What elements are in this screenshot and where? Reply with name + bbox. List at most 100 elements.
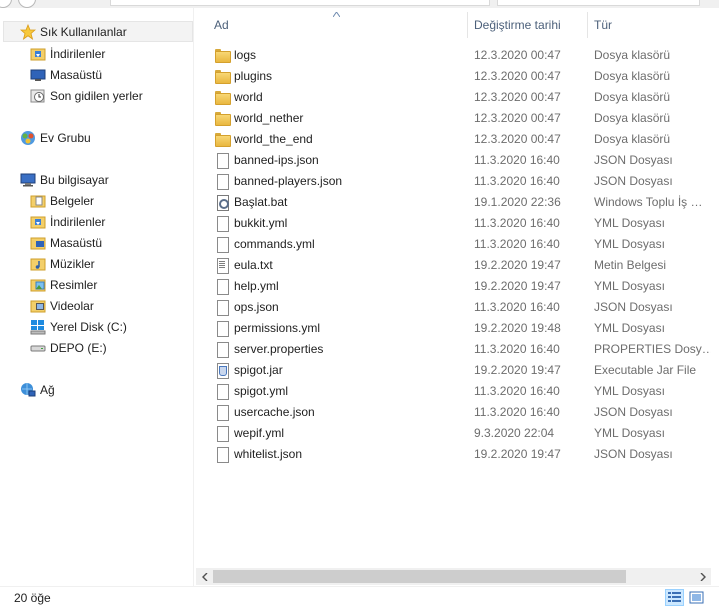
file-name: bukkit.yml	[234, 215, 288, 230]
file-type: JSON Dosyası	[594, 404, 673, 419]
large-icons-view-button[interactable]	[687, 589, 706, 606]
file-icon	[214, 299, 230, 316]
file-row[interactable]: server.properties 11.3.2020 16:40 PROPERTI…	[196, 338, 711, 359]
file-type: YML Dosyası	[594, 278, 665, 293]
file-type: Metin Belgesi	[594, 257, 667, 272]
search-input[interactable]	[497, 0, 700, 6]
file-row[interactable]: ops.json 11.3.2020 16:40 JSON Dosyası	[196, 296, 711, 317]
file-name-cell[interactable]: banned-ips.json	[214, 149, 464, 170]
horizontal-scrollbar[interactable]	[196, 568, 711, 585]
file-name-cell[interactable]: Başlat.bat	[214, 191, 464, 212]
column-header-row: Ad Değiştirme tarihi Tür	[196, 8, 711, 41]
file-row[interactable]: logs 12.3.2020 00:47 Dosya klasörü	[196, 44, 711, 65]
file-date: 19.2.2020 19:47	[474, 362, 561, 377]
file-row[interactable]: usercache.json 11.3.2020 16:40 JSON Dosyas…	[196, 401, 711, 422]
windows-drive-icon	[30, 319, 46, 335]
file-row[interactable]: commands.yml 11.3.2020 16:40 YML Dosyası	[196, 233, 711, 254]
file-name-cell[interactable]: plugins	[214, 65, 464, 86]
file-type: Dosya klasörü	[594, 47, 671, 62]
file-date: 11.3.2020 16:40	[474, 215, 560, 230]
nav-item-documents[interactable]: Belgeler	[30, 190, 94, 211]
file-row[interactable]: world_nether 12.3.2020 00:47 Dosya klasörü	[196, 107, 711, 128]
file-row[interactable]: wepif.yml 9.3.2020 22:04 YML Dosyası	[196, 422, 711, 443]
nav-homegroup[interactable]: Ev Grubu	[20, 127, 91, 148]
nav-item-videos[interactable]: Videolar	[30, 295, 94, 316]
column-divider[interactable]	[467, 12, 468, 38]
nav-item-desktop[interactable]: Masaüstü	[30, 64, 102, 85]
nav-favorites[interactable]: Sık Kullanılanlar	[3, 21, 193, 42]
nav-item-music[interactable]: Müzikler	[30, 253, 95, 274]
file-name: world	[234, 89, 263, 104]
file-name-cell[interactable]: world	[214, 86, 464, 107]
documents-icon	[30, 193, 46, 209]
details-view-button[interactable]	[665, 589, 684, 606]
file-row[interactable]: bukkit.yml 11.3.2020 16:40 YML Dosyası	[196, 212, 711, 233]
file-name-cell[interactable]: spigot.yml	[214, 380, 464, 401]
column-header-type[interactable]: Tür	[594, 8, 711, 41]
file-row[interactable]: help.yml 19.2.2020 19:47 YML Dosyası	[196, 275, 711, 296]
large-icons-view-icon	[689, 591, 704, 604]
file-row[interactable]: world 12.3.2020 00:47 Dosya klasörü	[196, 86, 711, 107]
address-toolbar	[0, 0, 719, 8]
file-row[interactable]: spigot.jar 19.2.2020 19:47 Executable Jar …	[196, 359, 711, 380]
nav-this-pc[interactable]: Bu bilgisayar	[20, 169, 109, 190]
scroll-right-arrow-icon[interactable]	[694, 568, 711, 585]
forward-button[interactable]	[18, 0, 36, 8]
file-row[interactable]: banned-players.json 11.3.2020 16:40 JSON D…	[196, 170, 711, 191]
file-row[interactable]: banned-ips.json 11.3.2020 16:40 JSON Dosya…	[196, 149, 711, 170]
file-name-cell[interactable]: ops.json	[214, 296, 464, 317]
nav-item-downloads[interactable]: İndirilenler	[30, 43, 105, 64]
scrollbar-thumb[interactable]	[213, 570, 626, 583]
text-file-icon	[214, 257, 230, 274]
file-name-cell[interactable]: bukkit.yml	[214, 212, 464, 233]
back-button[interactable]	[0, 0, 12, 8]
file-row[interactable]: plugins 12.3.2020 00:47 Dosya klasörü	[196, 65, 711, 86]
file-type: YML Dosyası	[594, 236, 665, 251]
file-name-cell[interactable]: whitelist.json	[214, 443, 464, 464]
file-icon	[214, 278, 230, 295]
file-date: 12.3.2020 00:47	[474, 131, 561, 146]
column-header-date[interactable]: Değiştirme tarihi	[474, 8, 586, 41]
file-row[interactable]: permissions.yml 19.2.2020 19:48 YML Dosyas…	[196, 317, 711, 338]
file-name-cell[interactable]: commands.yml	[214, 233, 464, 254]
file-name-cell[interactable]: permissions.yml	[214, 317, 464, 338]
file-date: 11.3.2020 16:40	[474, 404, 560, 419]
nav-item-depo-e[interactable]: DEPO (E:)	[30, 337, 107, 358]
nav-item-desktop-pc[interactable]: Masaüstü	[30, 232, 102, 253]
file-row[interactable]: eula.txt 19.2.2020 19:47 Metin Belgesi	[196, 254, 711, 275]
navigation-pane: Sık Kullanılanlar İndirilenler Masaüstü …	[0, 8, 194, 586]
file-row[interactable]: world_the_end 12.3.2020 00:47 Dosya klasör…	[196, 128, 711, 149]
file-icon	[214, 383, 230, 400]
file-date: 12.3.2020 00:47	[474, 47, 561, 62]
music-icon	[30, 256, 46, 272]
file-name-cell[interactable]: spigot.jar	[214, 359, 464, 380]
file-name: banned-ips.json	[234, 152, 319, 167]
file-name-cell[interactable]: logs	[214, 44, 464, 65]
star-icon	[19, 23, 37, 40]
right-edge	[711, 8, 719, 586]
file-name-cell[interactable]: world_the_end	[214, 128, 464, 149]
nav-network[interactable]: Ağ	[20, 379, 55, 400]
nav-item-recent-places[interactable]: Son gidilen yerler	[30, 85, 143, 106]
scroll-left-arrow-icon[interactable]	[196, 568, 213, 585]
file-name-cell[interactable]: help.yml	[214, 275, 464, 296]
file-name-cell[interactable]: server.properties	[214, 338, 464, 359]
nav-item-downloads-pc[interactable]: İndirilenler	[30, 211, 105, 232]
nav-item-pictures[interactable]: Resimler	[30, 274, 97, 295]
details-view-icon	[668, 592, 681, 602]
file-date: 19.2.2020 19:47	[474, 446, 561, 461]
file-type: JSON Dosyası	[594, 446, 673, 461]
column-divider[interactable]	[587, 12, 588, 38]
file-name-cell[interactable]: wepif.yml	[214, 422, 464, 443]
address-bar[interactable]	[110, 0, 490, 6]
file-name-cell[interactable]: usercache.json	[214, 401, 464, 422]
file-name-cell[interactable]: world_nether	[214, 107, 464, 128]
file-row[interactable]: Başlat.bat 19.1.2020 22:36 Windows Toplu İ…	[196, 191, 711, 212]
file-icon	[214, 320, 230, 337]
file-name-cell[interactable]: eula.txt	[214, 254, 464, 275]
downloads-folder-icon	[30, 46, 46, 62]
file-row[interactable]: spigot.yml 11.3.2020 16:40 YML Dosyası	[196, 380, 711, 401]
file-row[interactable]: whitelist.json 19.2.2020 19:47 JSON Dosyas…	[196, 443, 711, 464]
file-name-cell[interactable]: banned-players.json	[214, 170, 464, 191]
nav-item-local-disk-c[interactable]: Yerel Disk (C:)	[30, 316, 127, 337]
